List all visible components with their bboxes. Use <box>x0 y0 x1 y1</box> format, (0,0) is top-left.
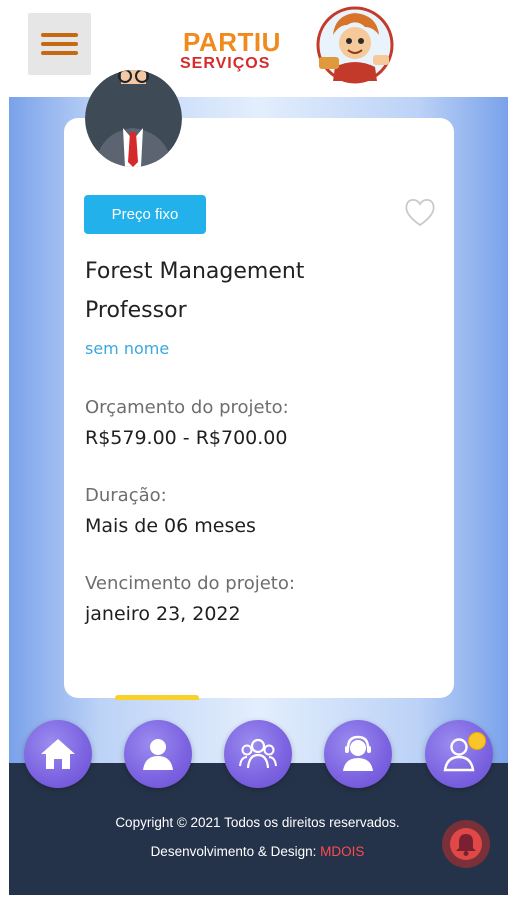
nav-support-button[interactable] <box>324 720 392 788</box>
nav-profile-button[interactable] <box>425 720 493 788</box>
logo-text-secondary: SERVIÇOS <box>180 55 271 72</box>
hamburger-bar <box>41 33 78 37</box>
duration-label: Duração: <box>85 485 167 506</box>
header: PARTIU SERVIÇOS <box>9 0 508 97</box>
user-icon <box>143 739 173 770</box>
nav-community-button[interactable] <box>224 720 292 788</box>
footer-copyright: Copyright © 2021 Todos os direitos reser… <box>115 815 400 830</box>
users-group-icon <box>239 738 277 769</box>
footer-brand-link[interactable]: MDOIS <box>320 844 364 859</box>
deadline-label: Vencimento do projeto: <box>85 573 295 594</box>
client-name[interactable]: sem nome <box>85 339 169 358</box>
price-type-badge: Preço fixo <box>84 195 206 234</box>
budget-label: Orçamento do projeto: <box>85 397 289 418</box>
mascot-icon <box>316 6 394 84</box>
site-logo[interactable]: PARTIU SERVIÇOS <box>180 5 400 87</box>
hamburger-bar <box>41 42 78 46</box>
hamburger-bar <box>41 51 78 55</box>
home-icon <box>41 739 75 769</box>
notification-dot <box>468 732 486 750</box>
menu-button[interactable] <box>28 13 91 75</box>
job-title[interactable]: Forest Management Professor <box>85 252 405 330</box>
favorite-heart-icon[interactable] <box>403 196 437 228</box>
support-agent-icon <box>343 735 373 771</box>
footer-credit: Desenvolvimento & Design: MDOIS <box>0 844 515 859</box>
app-frame: PARTIU SERVIÇOS Preço fixo Forest Manage… <box>9 0 508 895</box>
nav-user-button[interactable] <box>124 720 192 788</box>
budget-value: R$579.00 - R$700.00 <box>85 427 288 449</box>
logo-text-primary: PARTIU <box>183 27 281 57</box>
nav-home-button[interactable] <box>24 720 92 788</box>
client-avatar <box>85 70 182 167</box>
card-indicator <box>115 695 199 700</box>
avatar-icon <box>85 70 182 167</box>
duration-value: Mais de 06 meses <box>85 515 256 537</box>
footer-credit-prefix: Desenvolvimento & Design: <box>150 844 321 859</box>
deadline-value: janeiro 23, 2022 <box>85 603 241 625</box>
